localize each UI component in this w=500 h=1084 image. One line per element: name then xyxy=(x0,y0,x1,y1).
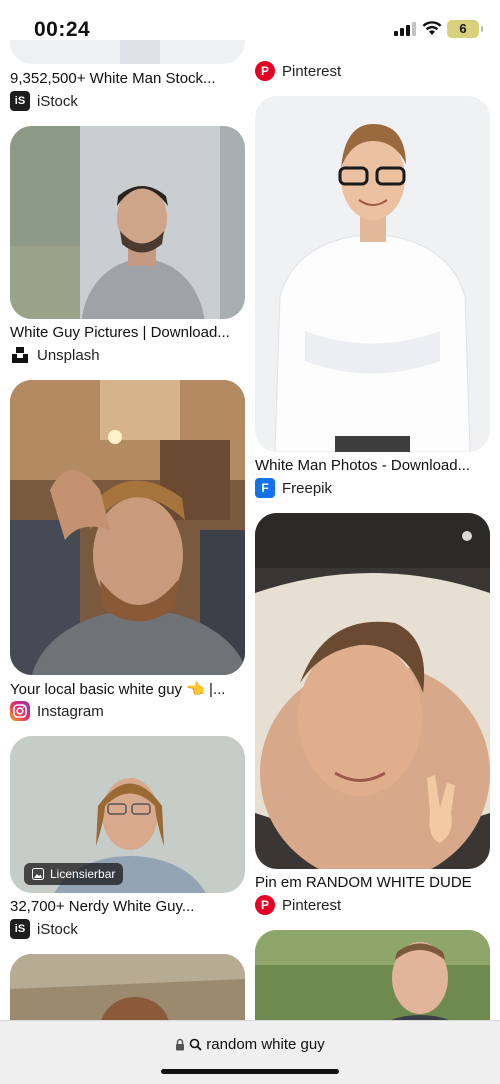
battery-indicator: 6 xyxy=(447,20,483,38)
istock-icon: iS xyxy=(10,91,30,111)
unsplash-icon xyxy=(10,345,30,365)
result-image[interactable] xyxy=(10,380,245,675)
result-source[interactable]: Instagram xyxy=(10,701,104,721)
result-source[interactable]: P Pinterest xyxy=(255,61,341,81)
result-image[interactable]: Licensierbar xyxy=(10,736,245,893)
result-source[interactable]: iS iStock xyxy=(10,91,78,111)
result-title[interactable]: 32,700+ Nerdy White Guy... xyxy=(10,898,246,915)
address-bar[interactable]: random white guy xyxy=(0,1020,500,1084)
address-query[interactable]: random white guy xyxy=(206,1036,324,1053)
result-source[interactable]: P Pinterest xyxy=(255,895,341,915)
freepik-icon: F xyxy=(255,478,275,498)
result-title[interactable]: Your local basic white guy 👈 |... xyxy=(10,680,246,698)
istock-icon: iS xyxy=(10,919,30,939)
result-source[interactable]: Unsplash xyxy=(10,345,100,365)
search-icon xyxy=(189,1038,202,1051)
result-image[interactable] xyxy=(255,513,490,869)
instagram-icon xyxy=(10,701,30,721)
result-title[interactable]: 9,352,500+ White Man Stock... xyxy=(10,70,246,87)
result-title[interactable]: White Man Photos - Download... xyxy=(255,457,491,474)
home-indicator[interactable] xyxy=(161,1069,339,1074)
result-image[interactable] xyxy=(10,40,245,64)
result-title[interactable]: White Guy Pictures | Download... xyxy=(10,324,246,341)
result-title[interactable]: Pin em RANDOM WHITE DUDE xyxy=(255,874,491,891)
result-image[interactable] xyxy=(255,930,490,1034)
result-image[interactable] xyxy=(10,126,245,319)
wifi-icon xyxy=(422,21,442,35)
pinterest-icon: P xyxy=(255,895,275,915)
cellular-signal-icon xyxy=(394,22,416,36)
lock-icon xyxy=(176,1038,185,1051)
result-source[interactable]: F Freepik xyxy=(255,478,332,498)
license-badge: Licensierbar xyxy=(24,863,124,885)
image-icon xyxy=(32,868,44,880)
clock: 00:24 xyxy=(34,18,91,41)
pinterest-icon: P xyxy=(255,61,275,81)
result-image[interactable] xyxy=(255,96,490,452)
result-source[interactable]: iS iStock xyxy=(10,919,78,939)
